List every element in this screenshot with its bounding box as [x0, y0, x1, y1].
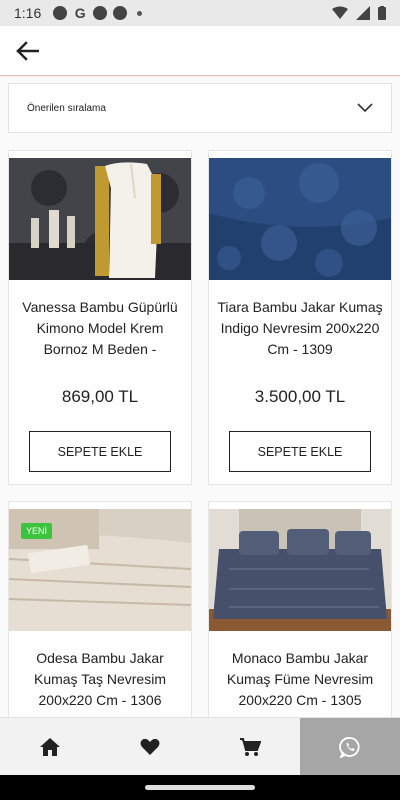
bottom-navigation	[0, 717, 400, 776]
arrow-left-icon	[16, 40, 39, 61]
product-title[interactable]: Tiara Bambu Jakar Kumaş Indigo Nevresim …	[213, 297, 387, 360]
add-to-cart-button[interactable]: SEPETE EKLE	[29, 431, 171, 472]
product-price: 869,00 TL	[61, 387, 139, 406]
add-to-cart-button[interactable]: SEPETE EKLE	[229, 431, 371, 472]
product-title[interactable]: Monaco Bambu Jakar Kumaş Füme Nevresim 2…	[213, 648, 387, 711]
duvet-stone-photo[interactable]: YENİ	[9, 509, 191, 631]
signal-icon	[356, 6, 370, 20]
notification-icon	[53, 6, 68, 20]
back-button[interactable]	[14, 38, 40, 64]
wifi-icon	[332, 6, 348, 19]
notification-icon	[93, 6, 108, 20]
product-title[interactable]: Vanessa Bambu Güpürlü Kimono Model Krem …	[13, 297, 187, 360]
product-card[interactable]: Monaco Bambu Jakar Kumaş Füme Nevresim 2…	[208, 501, 392, 717]
nav-whatsapp[interactable]	[300, 718, 400, 776]
chevron-down-icon	[357, 103, 373, 113]
more-notifications-icon	[137, 10, 143, 16]
duvet-indigo-photo[interactable]	[209, 158, 391, 280]
home-icon	[40, 738, 60, 756]
whatsapp-icon	[339, 737, 360, 758]
home-gesture-handle[interactable]	[145, 785, 255, 790]
sort-label: Önerilen sıralama	[27, 102, 106, 114]
sort-dropdown[interactable]: Önerilen sıralama	[8, 83, 392, 133]
system-gesture-bar	[0, 775, 400, 800]
google-icon: G	[74, 5, 86, 21]
nav-favorites[interactable]	[100, 718, 200, 776]
duvet-smoke-photo[interactable]	[209, 509, 391, 631]
status-time: 1:16	[14, 5, 42, 21]
nav-home[interactable]	[0, 718, 100, 776]
product-card[interactable]: Tiara Bambu Jakar Kumaş Indigo Nevresim …	[208, 150, 392, 485]
app-header	[0, 26, 400, 76]
bathrobe-photo[interactable]	[9, 158, 191, 280]
heart-icon	[140, 738, 160, 755]
product-title[interactable]: Odesa Bambu Jakar Kumaş Taş Nevresim 200…	[13, 648, 187, 711]
battery-icon	[378, 6, 386, 20]
product-card[interactable]: Vanessa Bambu Güpürlü Kimono Model Krem …	[8, 150, 192, 485]
product-price: 3.500,00 TL	[254, 387, 346, 406]
new-badge: YENİ	[21, 523, 53, 539]
product-list: Önerilen sıralama Vanessa Bambu Güpürlü …	[0, 77, 400, 717]
nav-cart[interactable]	[200, 718, 300, 776]
cart-icon	[240, 738, 261, 756]
notification-icon	[113, 6, 128, 20]
status-bar: 1:16 G	[0, 0, 400, 26]
product-card[interactable]: YENİ Odesa Bambu Jakar Kumaş Taş Nevresi…	[8, 501, 192, 717]
